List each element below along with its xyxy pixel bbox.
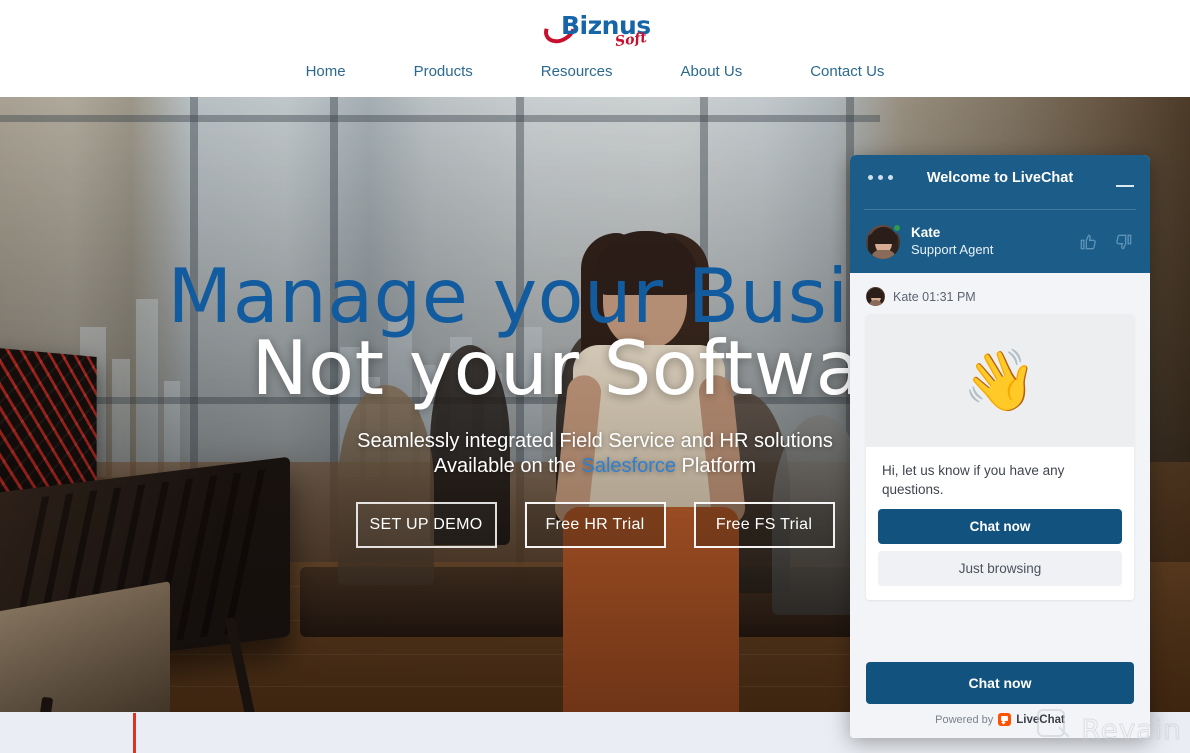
chat-header-divider	[864, 209, 1136, 210]
section-accent-rule	[133, 713, 136, 753]
chat-header: Welcome to LiveChat Kate Support Agent	[850, 155, 1150, 273]
agent-avatar	[866, 223, 902, 259]
set-up-demo-button[interactable]: SET UP DEMO	[355, 502, 497, 548]
rating-icons	[1078, 232, 1134, 252]
minimize-icon[interactable]	[1116, 185, 1134, 187]
chat-message-text: Hi, let us know if you have any question…	[882, 463, 1065, 497]
agent-row: Kate Support Agent	[850, 217, 1150, 267]
chat-title-row: Welcome to LiveChat	[850, 155, 1150, 209]
just-browsing-button[interactable]: Just browsing	[878, 551, 1122, 586]
nav-item-products[interactable]: Products	[380, 58, 507, 86]
chat-title: Welcome to LiveChat	[926, 170, 1074, 186]
site-logo[interactable]: Biznus Soft	[538, 8, 651, 51]
watermark-text: Revain	[1081, 712, 1182, 746]
agent-name: Kate	[911, 225, 941, 241]
livechat-bubble-icon	[998, 713, 1012, 726]
chat-message-area: Kate 01:31 PM 👋 Hi, let us know if you h…	[850, 273, 1150, 662]
chat-now-quick-reply-button[interactable]: Chat now	[878, 509, 1122, 544]
chat-now-button[interactable]: Chat now	[866, 662, 1134, 704]
nav-item-home[interactable]: Home	[272, 58, 380, 86]
logo-secondary-text: Soft	[614, 29, 648, 51]
chat-quick-replies: Chat now Just browsing	[866, 509, 1134, 600]
salesforce-link[interactable]: Salesforce	[582, 455, 677, 477]
site-header: Biznus Soft Home Products Resources Abou…	[0, 0, 1190, 97]
online-status-dot	[892, 223, 902, 233]
free-fs-trial-button[interactable]: Free FS Trial	[693, 502, 835, 548]
magnifier-icon	[1035, 709, 1075, 749]
message-meta: Kate 01:31 PM	[866, 287, 1134, 306]
thumbs-up-icon[interactable]	[1078, 232, 1098, 252]
message-author-time: Kate 01:31 PM	[893, 289, 976, 304]
agent-info: Kate Support Agent	[911, 225, 993, 258]
nav-item-resources[interactable]: Resources	[507, 58, 647, 86]
powered-by-label: Powered by	[935, 713, 994, 726]
agent-role: Support Agent	[911, 242, 994, 258]
hero-subtitle-prefix: Available on the	[433, 455, 582, 477]
nav-item-contact-us[interactable]: Contact Us	[776, 58, 918, 86]
message-avatar	[866, 287, 885, 306]
waving-hand-icon: 👋	[866, 314, 1134, 447]
livechat-widget[interactable]: Welcome to LiveChat Kate Support Agent K…	[850, 155, 1150, 738]
logo-wrapper[interactable]: Biznus Soft	[0, 8, 1190, 51]
thumbs-down-icon[interactable]	[1114, 232, 1134, 252]
revain-watermark: Revain	[1035, 709, 1182, 749]
main-navigation: Home Products Resources About Us Contact…	[0, 58, 1190, 86]
page-root: Biznus Soft Home Products Resources Abou…	[0, 0, 1190, 753]
free-hr-trial-button[interactable]: Free HR Trial	[524, 502, 666, 548]
hero-subtitle-suffix: Platform	[676, 455, 757, 477]
chat-message-card: 👋 Hi, let us know if you have any questi…	[866, 314, 1134, 600]
nav-item-about-us[interactable]: About Us	[647, 58, 777, 86]
